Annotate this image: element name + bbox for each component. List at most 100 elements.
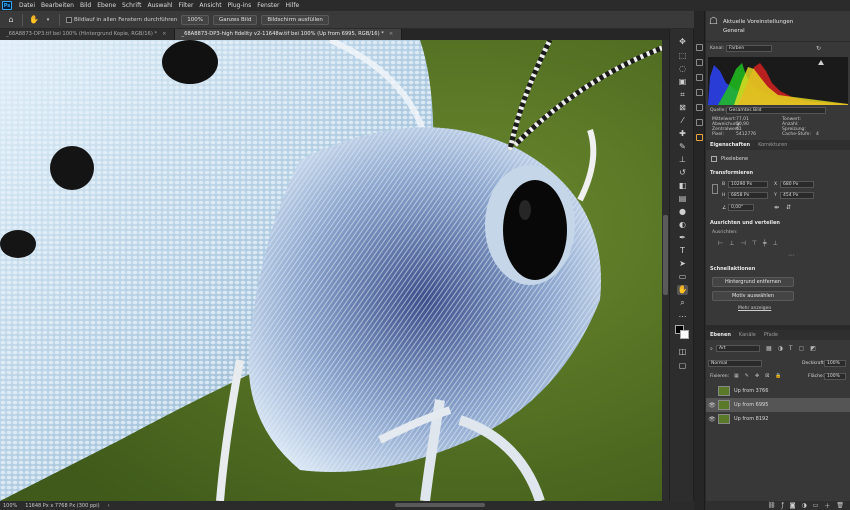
remove-background-button[interactable]: Hintergrund entfernen	[712, 277, 794, 287]
eraser-tool-icon[interactable]: ◧	[677, 181, 688, 191]
brush-tool-icon[interactable]: ✎	[677, 142, 688, 152]
more-options-icon[interactable]: ⋯	[788, 252, 794, 259]
hand-tool-icon[interactable]: ✋	[677, 285, 688, 295]
chevron-right-icon[interactable]: ›	[108, 503, 110, 509]
tab-properties[interactable]: Eigenschaften	[710, 142, 750, 148]
fx-icon[interactable]: ƒ	[781, 502, 783, 509]
align-center-v-icon[interactable]: ╪	[763, 240, 767, 247]
lock-paint-icon[interactable]: ✎	[745, 373, 749, 379]
flip-vertical-icon[interactable]: ⇵	[786, 204, 791, 211]
menu-ebene[interactable]: Ebene	[94, 0, 119, 11]
vertical-scrollbar[interactable]	[662, 40, 669, 501]
eyedropper-tool-icon[interactable]: ⁄	[677, 116, 688, 126]
document-tab-1[interactable]: _68A8873-DP3.tif bei 100% (Hintergrund K…	[0, 29, 176, 40]
frame-tool-icon[interactable]: ⊠	[677, 103, 688, 113]
layer-name[interactable]: Up from 6995	[734, 402, 768, 408]
lasso-tool-icon[interactable]: ◌	[677, 64, 688, 74]
screen-mode-icon[interactable]: ▢	[677, 361, 688, 371]
shape-tool-icon[interactable]: ▭	[677, 272, 688, 282]
zoom-tool-icon[interactable]: ⌕	[677, 298, 688, 308]
align-top-icon[interactable]: ⊤	[752, 240, 757, 247]
close-icon[interactable]: ×	[389, 29, 393, 40]
blur-tool-icon[interactable]: ●	[677, 207, 688, 217]
eye-icon[interactable]: 👁	[706, 416, 718, 423]
filter-shape-icon[interactable]: ▢	[799, 345, 805, 352]
learn-panel-icon[interactable]	[696, 134, 703, 141]
y-field[interactable]: 454 Px	[780, 192, 814, 199]
menu-plugins[interactable]: Plug-ins	[225, 0, 255, 11]
layer-name[interactable]: Up from 3766	[734, 388, 768, 394]
more-link[interactable]: Mehr anzeigen	[738, 306, 771, 311]
scroll-all-windows-checkbox[interactable]: Bildlauf in allen Fenstern durchführen	[66, 16, 177, 23]
layer-row[interactable]: 👁 Up from 8192	[706, 412, 850, 426]
dodge-tool-icon[interactable]: ◐	[677, 220, 688, 230]
image-canvas[interactable]	[0, 40, 662, 501]
horizontal-scrollbar-thumb[interactable]	[395, 503, 485, 507]
layer-filter-select[interactable]: Art	[716, 345, 760, 352]
lock-all-icon[interactable]: 🔒	[775, 373, 781, 379]
document-tab-2[interactable]: _68A8873-DP3-high fidelity v2-11648w.tif…	[175, 29, 403, 40]
menu-bild[interactable]: Bild	[77, 0, 94, 11]
tab-adjustments[interactable]: Korrekturen	[758, 142, 787, 148]
healing-brush-icon[interactable]: ✚	[677, 129, 688, 139]
lock-artboard-icon[interactable]: ⊠	[765, 373, 769, 379]
filter-pixel-icon[interactable]: ▦	[766, 345, 772, 352]
history-brush-icon[interactable]: ↺	[677, 168, 688, 178]
filter-type-icon[interactable]: T	[789, 345, 793, 352]
brush-panel-icon[interactable]	[696, 104, 703, 111]
new-layer-icon[interactable]: ＋	[824, 501, 830, 510]
hand-tool-icon[interactable]: ✋	[29, 15, 39, 25]
stamp-tool-icon[interactable]: ⊥	[677, 155, 688, 165]
color-panel-icon[interactable]	[696, 74, 703, 81]
zoom-100-button[interactable]: 100%	[181, 14, 210, 25]
scrollbar-thumb[interactable]	[663, 215, 668, 295]
tab-paths[interactable]: Pfade	[764, 332, 778, 338]
x-field[interactable]: 680 Px	[780, 181, 814, 188]
menu-datei[interactable]: Datei	[16, 0, 38, 11]
menu-fenster[interactable]: Fenster	[254, 0, 282, 11]
width-field[interactable]: 10290 Px	[728, 181, 768, 188]
checkbox-box[interactable]	[66, 16, 72, 23]
menu-filter[interactable]: Filter	[176, 0, 197, 11]
fit-screen-button[interactable]: Ganzes Bild	[213, 14, 258, 25]
object-select-tool-icon[interactable]: ▣	[677, 77, 688, 87]
align-left-icon[interactable]: ⊢	[718, 240, 723, 247]
zoom-level[interactable]: 100%	[3, 503, 17, 509]
layer-row[interactable]: Up from 3766	[706, 384, 850, 398]
tab-layers[interactable]: Ebenen	[710, 332, 731, 338]
swatches-panel-icon[interactable]	[696, 89, 703, 96]
source-select[interactable]: Gesamtes Bild	[726, 107, 826, 114]
path-select-icon[interactable]: ➤	[677, 259, 688, 269]
select-subject-button[interactable]: Motiv auswählen	[712, 291, 794, 301]
quick-mask-icon[interactable]: ◫	[677, 347, 688, 357]
blend-mode-select[interactable]: Normal	[708, 360, 762, 367]
filter-adjustment-icon[interactable]: ◑	[778, 345, 783, 352]
eye-icon[interactable]: 👁	[706, 402, 718, 409]
align-right-icon[interactable]: ⊣	[740, 240, 745, 247]
new-group-icon[interactable]: ▭	[813, 502, 819, 509]
lock-pixels-icon[interactable]: ▦	[734, 373, 739, 379]
crop-tool-icon[interactable]: ⌗	[677, 90, 688, 100]
layer-row[interactable]: 👁 Up from 6995	[706, 398, 850, 412]
tab-channels[interactable]: Kanäle	[739, 332, 756, 338]
chevron-down-icon[interactable]: ▾	[43, 15, 53, 25]
flip-horizontal-icon[interactable]: ⇹	[774, 204, 779, 211]
move-tool-icon[interactable]: ✥	[677, 37, 688, 47]
align-center-h-icon[interactable]: ⊥	[729, 240, 734, 247]
fill-screen-button[interactable]: Bildschirm ausfüllen	[261, 14, 329, 25]
channel-select[interactable]: Farben	[726, 45, 772, 52]
character-panel-icon[interactable]	[696, 119, 703, 126]
lock-move-icon[interactable]: ✥	[755, 373, 759, 379]
pen-tool-icon[interactable]: ✒	[677, 233, 688, 243]
link-icon[interactable]	[712, 184, 718, 194]
info-panel-icon[interactable]	[696, 59, 703, 66]
adjustment-layer-icon[interactable]: ◑	[801, 502, 806, 509]
refresh-icon[interactable]: ↻	[816, 45, 821, 52]
gradient-tool-icon[interactable]: ▤	[677, 194, 688, 204]
background-color-swatch[interactable]	[680, 330, 689, 339]
fill-field[interactable]: 100%	[824, 373, 846, 380]
angle-field[interactable]: 0,00°	[728, 204, 754, 211]
link-layers-icon[interactable]: ⛓	[768, 502, 776, 509]
more-tools-icon[interactable]: ⋯	[677, 312, 688, 322]
menu-auswahl[interactable]: Auswahl	[144, 0, 175, 11]
